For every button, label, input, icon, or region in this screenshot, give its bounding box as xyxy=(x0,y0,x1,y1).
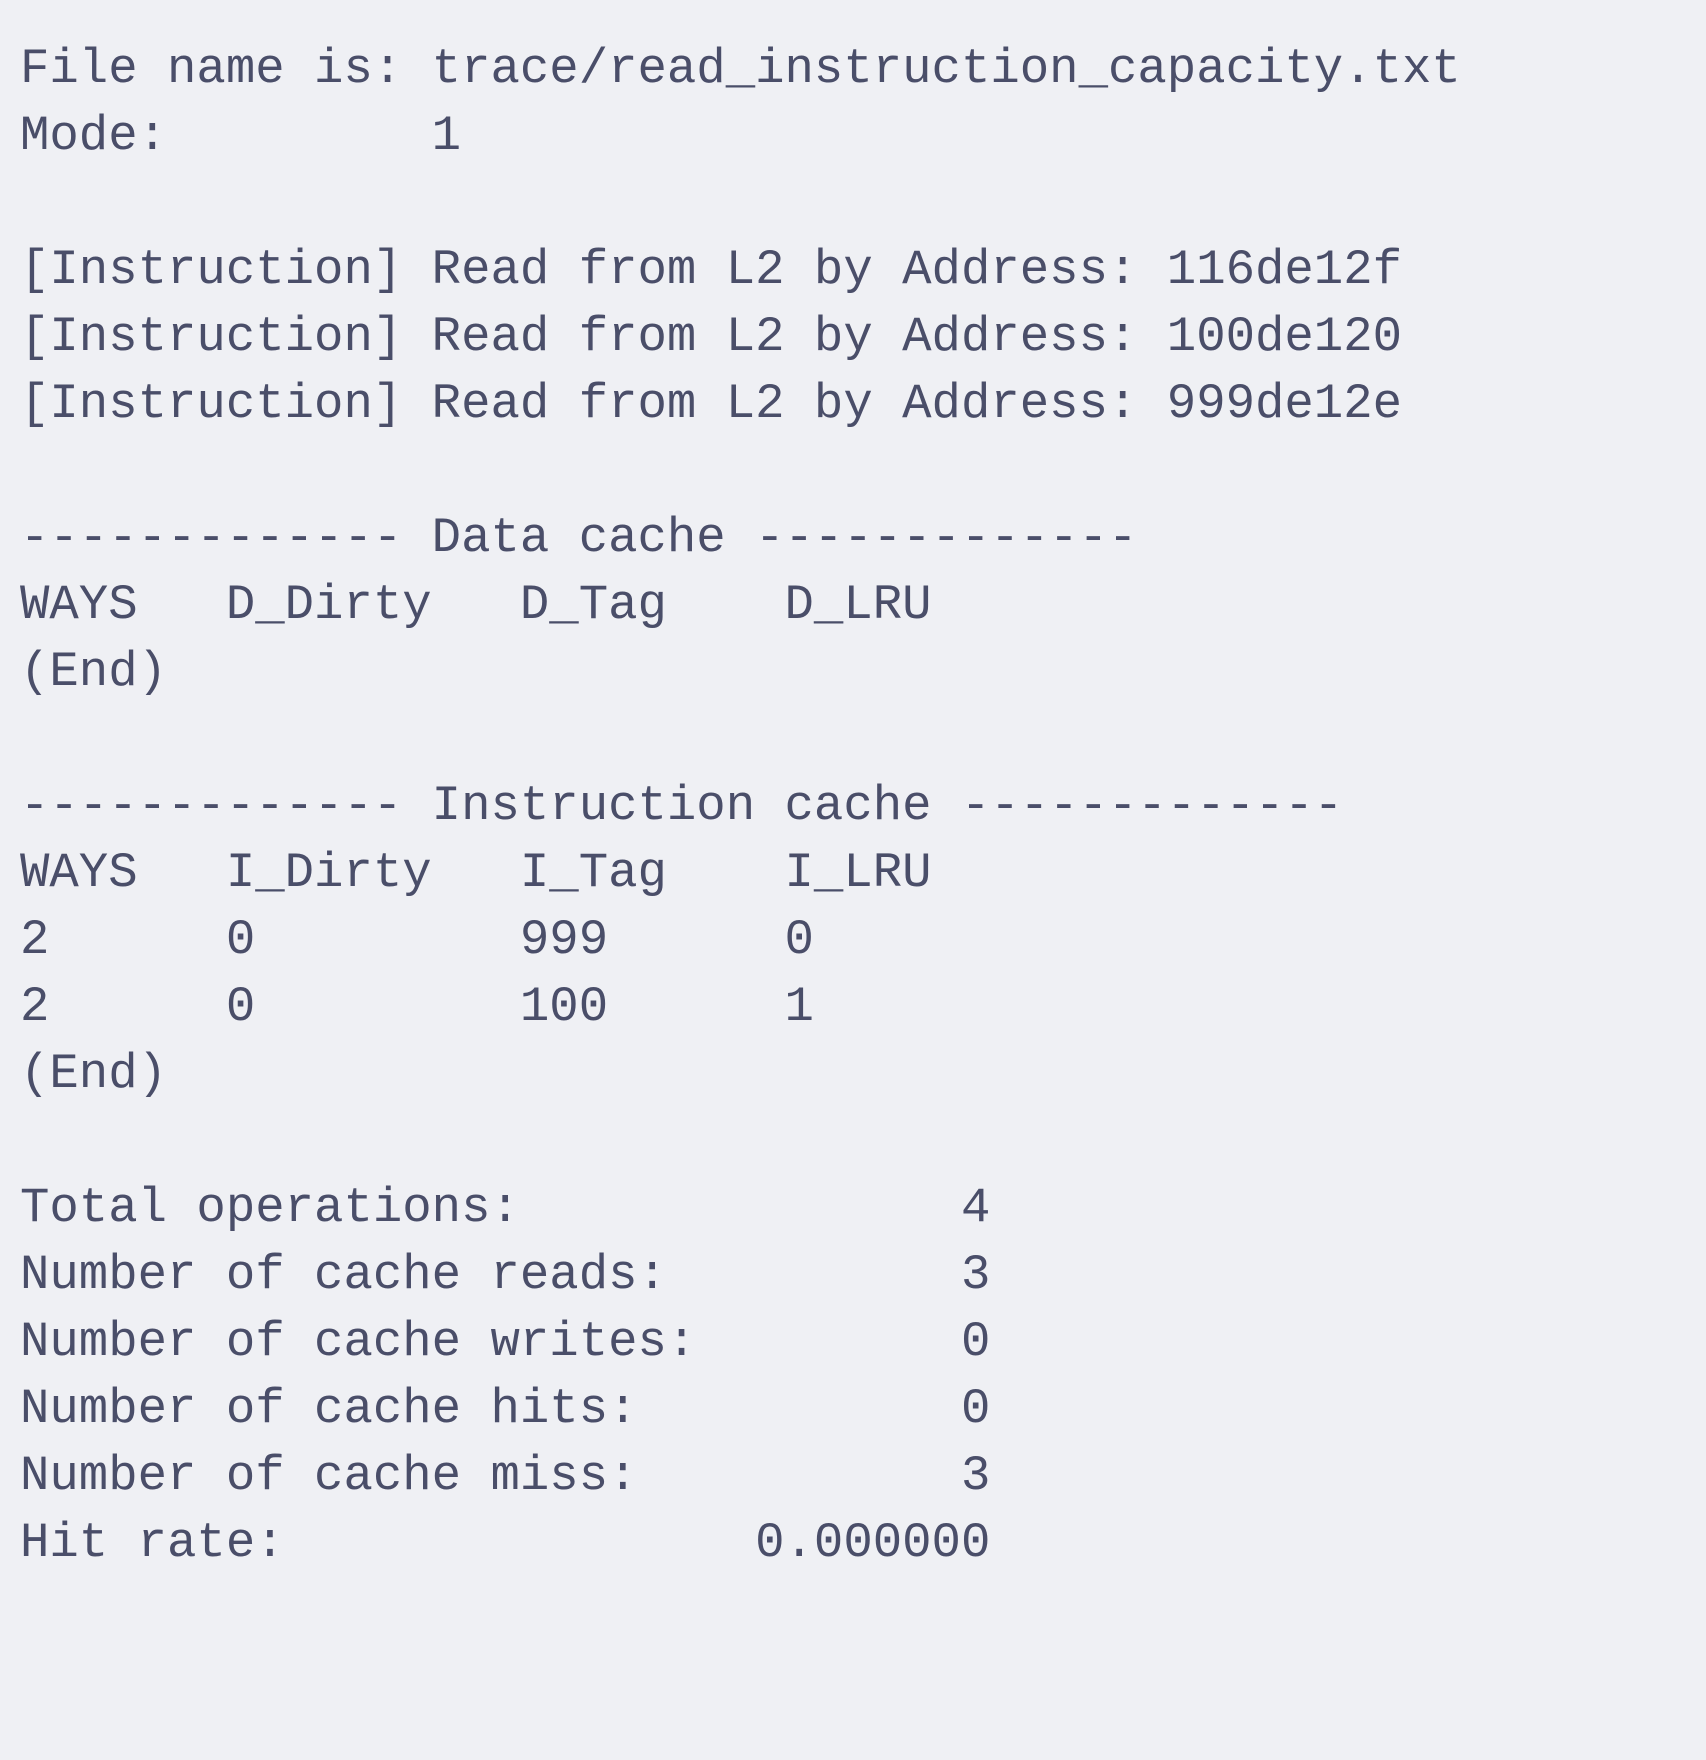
instruction-read-line: [Instruction] Read from L2 by Address: 1… xyxy=(20,242,1403,298)
mode-line: Mode: 1 xyxy=(20,108,462,164)
instruction-cache-header: ------------- Instruction cache --------… xyxy=(20,778,1344,834)
cache-reads: Number of cache reads: 3 xyxy=(20,1247,991,1303)
hit-rate: Hit rate: 0.000000 xyxy=(20,1515,991,1571)
cache-miss: Number of cache miss: 3 xyxy=(20,1448,991,1504)
file-name-line: File name is: trace/read_instruction_cap… xyxy=(20,41,1461,97)
cache-hits: Number of cache hits: 0 xyxy=(20,1381,991,1437)
instruction-cache-columns: WAYS I_Dirty I_Tag I_LRU xyxy=(20,845,932,901)
instruction-cache-row: 2 0 100 1 xyxy=(20,979,814,1035)
instruction-cache-end: (End) xyxy=(20,1046,168,1102)
instruction-read-line: [Instruction] Read from L2 by Address: 1… xyxy=(20,309,1403,365)
total-operations: Total operations: 4 xyxy=(20,1180,991,1236)
data-cache-header: ------------- Data cache ------------- xyxy=(20,510,1138,566)
data-cache-end: (End) xyxy=(20,644,168,700)
instruction-read-line: [Instruction] Read from L2 by Address: 9… xyxy=(20,376,1403,432)
instruction-cache-row: 2 0 999 0 xyxy=(20,912,814,968)
cache-writes: Number of cache writes: 0 xyxy=(20,1314,991,1370)
data-cache-columns: WAYS D_Dirty D_Tag D_LRU xyxy=(20,577,932,633)
terminal-output: File name is: trace/read_instruction_cap… xyxy=(20,36,1461,1577)
